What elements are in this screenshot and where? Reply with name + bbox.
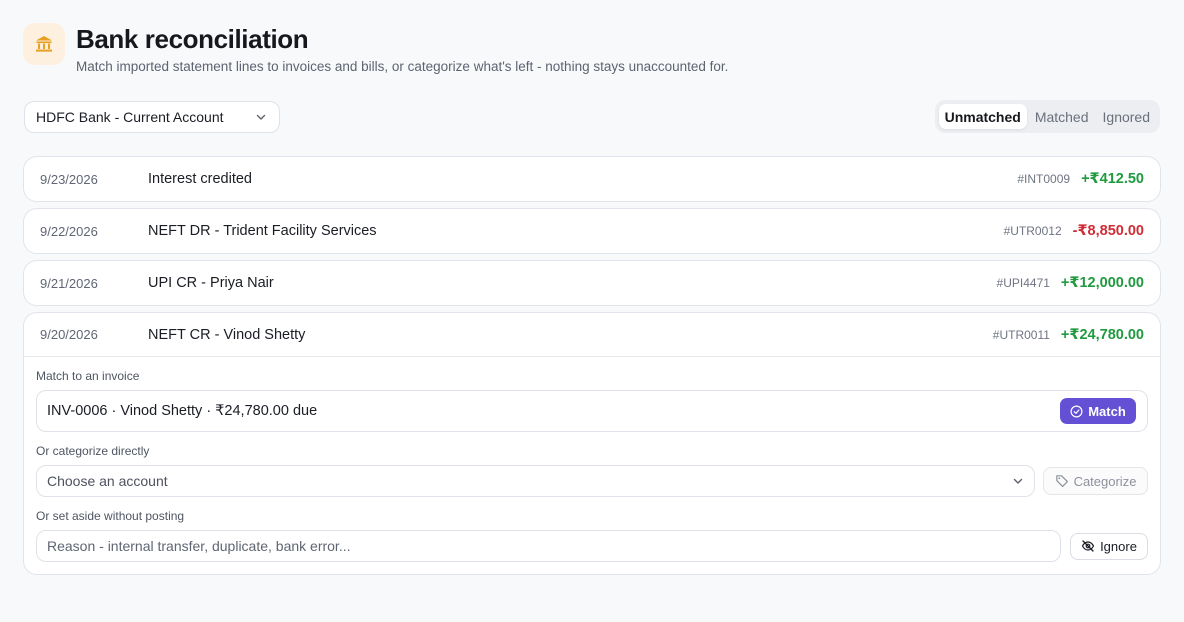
transaction-ref: #UTR0012 [1003,224,1062,238]
bank-icon [23,23,65,65]
match-button[interactable]: Match [1060,398,1136,424]
transaction-amount: +₹12,000.00 [1060,275,1144,291]
tab-unmatched[interactable]: Unmatched [938,104,1027,129]
eye-off-icon [1081,540,1095,552]
page-subtitle: Match imported statement lines to invoic… [76,59,729,74]
ignore-reason-input[interactable] [36,530,1061,562]
transaction-ref: #UTR0011 [992,327,1050,342]
transaction-description: NEFT CR - Vinod Shetty [148,326,306,343]
transaction-description: NEFT DR - Trident Facility Services [148,223,377,239]
transaction-ref: #INT0009 [1017,172,1071,186]
transaction-row[interactable]: 9/21/2026 UPI CR - Priya Nair #UPI4471 +… [23,260,1161,306]
transaction-row-expanded: 9/20/2026 NEFT CR - Vinod Shetty #UTR001… [23,312,1161,575]
invoice-suggestion[interactable]: INV-0006 · Vinod Shetty · ₹24,780.00 due… [36,390,1148,432]
page-header: Bank reconciliation Match imported state… [23,23,728,74]
transaction-row[interactable]: 9/22/2026 NEFT DR - Trident Facility Ser… [23,208,1161,254]
check-circle-icon [1070,404,1083,418]
bank-account-select[interactable]: HDFC Bank - Current Account [24,101,280,133]
ignore-label: Or set aside without posting [36,509,185,523]
ignore-button-label: Ignore [1100,538,1137,554]
chevron-down-icon [1013,478,1023,484]
bank-account-value: HDFC Bank - Current Account [36,109,224,125]
chevron-down-icon [256,114,266,120]
categorize-button-label: Categorize [1073,473,1137,489]
transaction-date: 9/20/2026 [40,327,98,342]
page-title: Bank reconciliation [76,24,309,54]
transaction-amount: -₹8,850.00 [1072,223,1144,239]
transaction-row-header[interactable]: 9/20/2026 NEFT CR - Vinod Shetty #UTR001… [24,313,1160,357]
status-tabs: Unmatched Matched Ignored [934,100,1160,133]
transaction-date: 9/22/2026 [40,223,98,239]
transaction-amount: +₹412.50 [1081,171,1144,187]
transaction-description: Interest credited [148,171,252,187]
tab-matched[interactable]: Matched [1029,104,1095,129]
transaction-description: UPI CR - Priya Nair [148,275,274,291]
transaction-date: 9/21/2026 [40,275,98,291]
account-select[interactable]: Choose an account [36,465,1035,497]
tab-ignored[interactable]: Ignored [1097,104,1156,129]
transaction-date: 9/23/2026 [40,171,98,187]
transaction-ref: #UPI4471 [996,276,1050,290]
tag-icon [1055,475,1068,487]
account-select-placeholder: Choose an account [47,473,168,489]
transaction-row[interactable]: 9/23/2026 Interest credited #INT0009 +₹4… [23,156,1161,202]
transaction-amount: +₹24,780.00 [1060,326,1144,343]
reconcile-panel: Match to an invoice INV-0006 · Vinod She… [24,357,1160,574]
categorize-label: Or categorize directly [36,444,150,458]
invoice-suggestion-text: INV-0006 · Vinod Shetty · ₹24,780.00 due [47,403,318,419]
match-button-label: Match [1088,403,1126,419]
ignore-button[interactable]: Ignore [1070,532,1148,560]
match-label: Match to an invoice [36,369,140,383]
categorize-button[interactable]: Categorize [1043,467,1148,495]
